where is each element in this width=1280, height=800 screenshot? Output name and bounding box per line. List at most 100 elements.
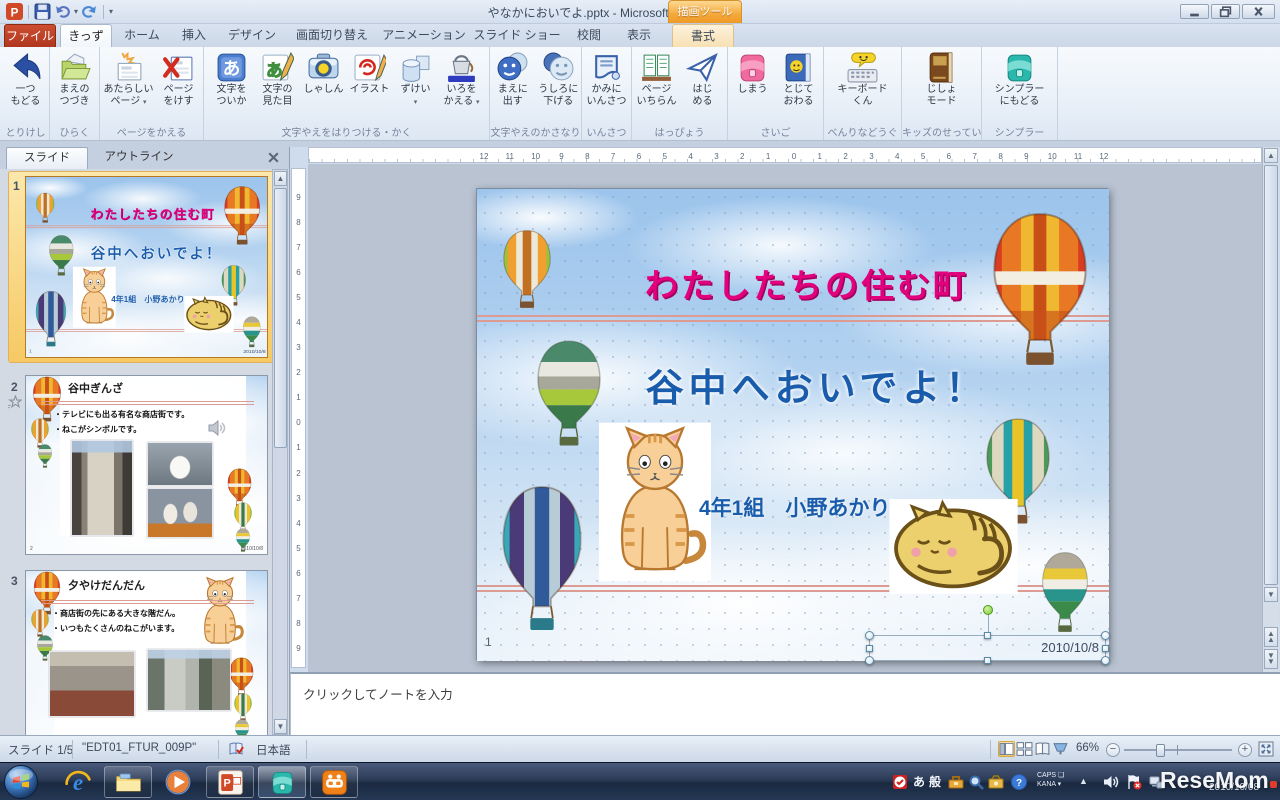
drawing-tools-context-header[interactable]: 描画ツール	[668, 0, 742, 23]
main-scrollbar[interactable]: ▲ ▼ ▲▲ ▼▼	[1262, 147, 1279, 672]
keyboard-kun-button[interactable]: キーボードくん	[830, 50, 896, 126]
scroll-down-button[interactable]: ▼	[1264, 587, 1278, 602]
minimize-button[interactable]	[1180, 4, 1209, 19]
sleeping-cat-clipart[interactable]	[887, 499, 1020, 594]
dictionary-mode-button[interactable]: じしょモード	[912, 50, 972, 126]
tab-animation[interactable]: アニメーション	[380, 24, 468, 47]
taskbar-orange-app-button[interactable]	[310, 766, 358, 798]
delete-page-button[interactable]: ページをけす	[156, 50, 202, 126]
customize-qat-icon[interactable]: ▾	[109, 8, 113, 15]
slide-title[interactable]: わたしたちの住む町	[617, 259, 997, 307]
show-hidden-icons[interactable]: ▲	[1079, 776, 1088, 786]
redo-button[interactable]	[81, 3, 98, 20]
ime-caps-kana-indicator[interactable]: CAPS ❏KANA ▾	[1037, 771, 1064, 789]
slide-author[interactable]: 4年1組 小野あかり	[699, 492, 890, 522]
undo-one-button[interactable]: 一つもどる	[3, 50, 49, 126]
resize-handle[interactable]	[865, 656, 874, 665]
start-button[interactable]	[3, 764, 39, 800]
ime-help-icon[interactable]: ?	[1011, 774, 1027, 790]
tab-transition[interactable]: 画面切り替え	[288, 24, 376, 47]
slide-date[interactable]: 2010/10/8	[1041, 640, 1099, 655]
ime-toolbox-icon[interactable]	[948, 774, 964, 790]
spellcheck-icon[interactable]	[228, 741, 244, 757]
change-color-button[interactable]: いろをかえる ▾	[439, 50, 485, 126]
slideshow-view-button[interactable]	[1052, 741, 1069, 757]
text-style-button[interactable]: あ文字の見た目	[255, 50, 301, 126]
zoom-slider-thumb[interactable]	[1156, 744, 1165, 757]
scroll-up-button[interactable]: ▲	[274, 171, 287, 186]
taskbar-powerpoint-button[interactable]: P	[206, 766, 254, 798]
resize-handle[interactable]	[984, 657, 991, 664]
close-button[interactable]	[1242, 4, 1275, 19]
taskbar-kids-app-button[interactable]	[258, 766, 306, 798]
tab-review[interactable]: 校閲	[566, 24, 612, 47]
ime-search-icon[interactable]	[968, 774, 984, 790]
ime-conversion-mode[interactable]: 般	[929, 773, 941, 790]
tab-slides[interactable]: スライド	[6, 147, 88, 169]
tab-design[interactable]: デザイン	[220, 24, 284, 47]
slide-thumbnail-1[interactable]: わたしたちの住む町 谷中へおいでよ！ 4年1組 小野あかり 1 2010/10/…	[25, 176, 268, 358]
resize-handle[interactable]	[1102, 645, 1109, 652]
powerpoint-app-icon[interactable]: P	[6, 3, 23, 20]
tab-slideshow[interactable]: スライド ショー	[472, 24, 562, 47]
next-slide-button[interactable]: ▼▼	[1264, 649, 1278, 669]
slide-canvas[interactable]: わたしたちの住む町 谷中へおいでよ！ 4年1組 小野あかり 1 2010/10/…	[476, 188, 1108, 660]
slide-thumbnail-3[interactable]: 夕やけだんだん ・商店街の先にある大きな階だん。 ・いつもたくさんのねこがいます…	[25, 570, 268, 735]
scroll-up-button[interactable]: ▲	[1264, 148, 1278, 163]
action-center-icon[interactable]	[1126, 774, 1142, 790]
bring-forward-button[interactable]: まえに出す	[490, 50, 536, 126]
undo-button[interactable]	[54, 3, 71, 20]
tab-insert[interactable]: 挿入	[172, 24, 216, 47]
slide-sorter-view-button[interactable]	[1016, 741, 1033, 757]
add-text-button[interactable]: あ文字をついか	[209, 50, 255, 126]
resize-handle[interactable]	[1101, 656, 1110, 665]
restore-button[interactable]	[1211, 4, 1240, 19]
new-page-button[interactable]: あたらしいページ ▾	[102, 50, 156, 126]
close-panel-icon[interactable]	[266, 150, 281, 165]
scrollbar-thumb[interactable]	[1264, 165, 1278, 585]
date-placeholder[interactable]: 2010/10/8	[869, 635, 1106, 661]
panel-scrollbar[interactable]: ▲ ▼	[272, 169, 288, 735]
put-away-button[interactable]: しまう	[730, 50, 776, 126]
resize-handle[interactable]	[865, 631, 874, 640]
tab-format[interactable]: 書式	[672, 24, 734, 47]
resize-handle[interactable]	[984, 632, 991, 639]
tab-kids[interactable]: きっず	[60, 24, 112, 47]
tab-view[interactable]: 表示	[616, 24, 662, 47]
print-button[interactable]: かみにいんさつ	[584, 50, 630, 126]
sitting-cat-clipart[interactable]	[599, 422, 711, 582]
resize-handle[interactable]	[866, 645, 873, 652]
ime-input-mode[interactable]: あ	[913, 773, 925, 790]
tab-outline[interactable]: アウトライン	[92, 147, 186, 169]
normal-view-button[interactable]	[998, 741, 1015, 757]
notes-pane[interactable]: クリックしてノートを入力	[290, 672, 1280, 735]
ime-tools-icon[interactable]	[988, 774, 1004, 790]
shapes-button[interactable]: ずけい▾	[393, 50, 439, 126]
scrollbar-thumb[interactable]	[274, 188, 287, 448]
tab-file[interactable]: ファイル	[4, 24, 56, 47]
close-and-end-button[interactable]: とじておわる	[776, 50, 822, 126]
hot-air-balloon[interactable]	[1039, 551, 1091, 633]
illustration-button[interactable]: イラスト	[347, 50, 393, 126]
hot-air-balloon[interactable]	[533, 339, 605, 447]
reading-view-button[interactable]	[1034, 741, 1051, 757]
photo-button[interactable]: しゃしん	[301, 50, 347, 126]
hot-air-balloon[interactable]	[497, 484, 587, 632]
hot-air-balloon[interactable]	[500, 229, 554, 309]
resume-previous-button[interactable]: まえのつづき	[52, 50, 98, 126]
media-player-icon[interactable]	[164, 768, 192, 796]
slide-subtitle[interactable]: 谷中へおいでよ！	[607, 357, 1027, 412]
taskbar-explorer-button[interactable]	[104, 766, 152, 798]
hot-air-balloon[interactable]	[987, 211, 1093, 367]
internet-explorer-icon[interactable]: e	[64, 768, 92, 796]
zoom-in-button[interactable]: +	[1238, 743, 1252, 757]
previous-slide-button[interactable]: ▲▲	[1264, 627, 1278, 647]
page-list-button[interactable]: ページいちらん	[634, 50, 680, 126]
slide-thumbnail-2[interactable]: 谷中ぎんざ ・テレビにも出る有名な商店街です。 ・ねこがシンボルです。 2 20…	[25, 375, 268, 555]
security-tray-icon[interactable]	[892, 774, 908, 790]
resize-handle[interactable]	[1101, 631, 1110, 640]
start-show-button[interactable]: はじめる	[680, 50, 726, 126]
back-to-simpler-button[interactable]: シンプラーにもどる	[987, 50, 1053, 126]
save-button[interactable]	[34, 3, 51, 20]
language-indicator[interactable]: 日本語	[256, 742, 291, 758]
